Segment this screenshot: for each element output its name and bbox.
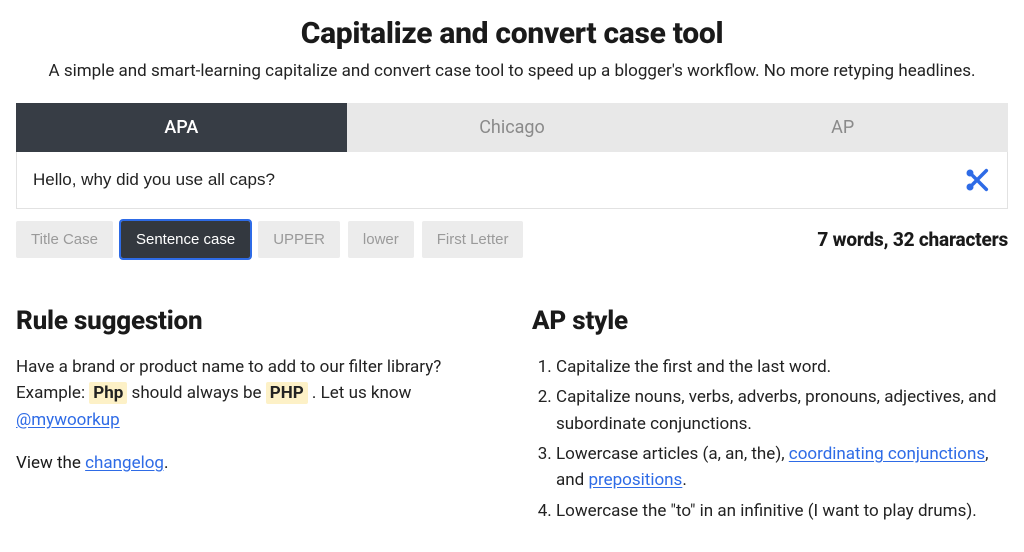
coordinating-conjunctions-link[interactable]: coordinating conjunctions (789, 444, 985, 464)
case-buttons: Title Case Sentence case UPPER lower Fir… (16, 221, 523, 258)
ap-rule-1: Capitalize the first and the last word. (556, 354, 1008, 380)
rule-suggestion-section: Rule suggestion Have a brand or product … (16, 306, 492, 528)
input-container (16, 152, 1008, 209)
ap-style-heading: AP style (532, 306, 1008, 336)
controls-row: Title Case Sentence case UPPER lower Fir… (16, 221, 1008, 258)
ap-rule-3: Lowercase articles (a, an, the), coordin… (556, 441, 1008, 494)
changelog-link[interactable]: changelog (85, 453, 164, 473)
ap-rules-list: Capitalize the first and the last word. … (532, 354, 1008, 524)
upper-case-button[interactable]: UPPER (258, 221, 340, 258)
word-char-count: 7 words, 32 characters (817, 228, 1008, 251)
tab-apa[interactable]: APA (16, 103, 347, 152)
style-tabs: APA Chicago AP (16, 103, 1008, 152)
tab-ap[interactable]: AP (677, 103, 1008, 152)
highlight-bad: Php (89, 382, 127, 404)
changelog-prefix: View the (16, 453, 85, 473)
ap-rule-4: Lowercase the "to" in an infinitive (I w… (556, 498, 1008, 524)
changelog-suffix: . (164, 453, 168, 473)
ap-rule-3-part: Lowercase articles (a, an, the), (556, 444, 789, 464)
rule-text-part: should always be (132, 383, 266, 403)
cut-icon[interactable] (963, 166, 991, 194)
page-title: Capitalize and convert case tool (16, 16, 1008, 51)
sentence-case-button[interactable]: Sentence case (121, 221, 250, 258)
tab-chicago[interactable]: Chicago (347, 103, 678, 152)
prepositions-link[interactable]: prepositions (588, 470, 682, 490)
first-letter-button[interactable]: First Letter (422, 221, 524, 258)
rule-suggestion-heading: Rule suggestion (16, 306, 492, 336)
ap-rule-3-part: . (682, 470, 686, 490)
text-input[interactable] (33, 170, 963, 190)
rule-suggestion-text: Have a brand or product name to add to o… (16, 354, 492, 433)
ap-style-section: AP style Capitalize the first and the la… (532, 306, 1008, 528)
twitter-handle-link[interactable]: @mywoorkup (16, 410, 120, 430)
title-case-button[interactable]: Title Case (16, 221, 113, 258)
lower-case-button[interactable]: lower (348, 221, 414, 258)
highlight-good: PHP (266, 382, 308, 404)
rule-text-part: . Let us know (312, 383, 412, 403)
ap-rule-2: Capitalize nouns, verbs, adverbs, pronou… (556, 384, 1008, 437)
page-subtitle: A simple and smart-learning capitalize a… (16, 61, 1008, 81)
view-changelog-line: View the changelog. (16, 453, 492, 473)
